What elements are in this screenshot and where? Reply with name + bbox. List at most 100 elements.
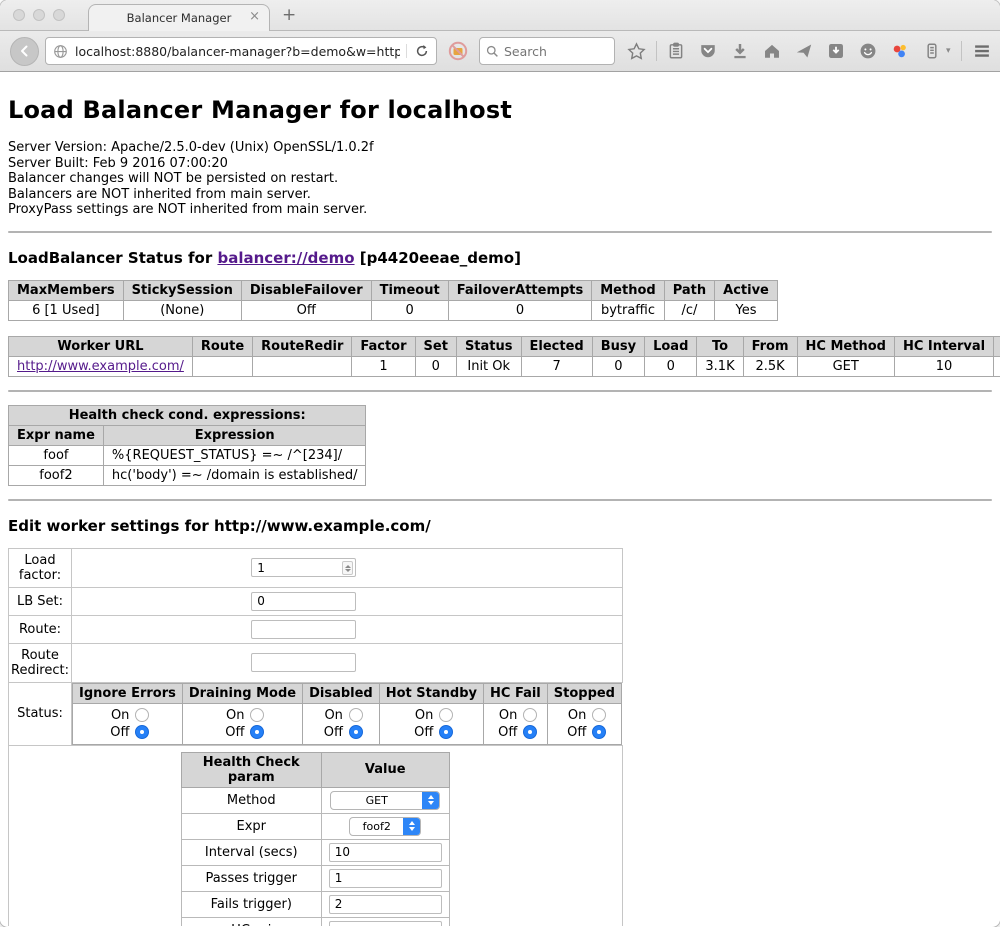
search-icon	[486, 45, 499, 58]
radio-hc-fail-on[interactable]	[523, 708, 537, 722]
expr-selected-value: foof2	[350, 818, 403, 835]
method-select[interactable]: GET	[330, 791, 440, 810]
server-info: Server Version: Apache/2.5.0-dev (Unix) …	[8, 140, 992, 218]
interval-input[interactable]	[329, 843, 442, 862]
window-close-icon[interactable]	[13, 9, 25, 21]
home-icon[interactable]	[763, 42, 781, 60]
radio-draining-mode-off[interactable]	[250, 725, 264, 739]
radio-stopped-off[interactable]	[592, 725, 606, 739]
table-title-row: Health check cond. expressions:	[9, 405, 366, 425]
col-from: From	[743, 336, 797, 356]
form-row-status: Status: Ignore Errors Draining Mode Disa…	[9, 682, 623, 745]
fails-label: Fails trigger)	[181, 891, 321, 917]
radio-disabled-on[interactable]	[349, 708, 363, 722]
cell-active: Yes	[715, 300, 778, 320]
radio-stopped-on[interactable]	[592, 708, 606, 722]
route-input[interactable]	[251, 620, 356, 639]
route-redirect-input[interactable]	[251, 653, 356, 672]
cell-to: 3.1K	[697, 356, 743, 376]
expr-row: foof2 hc('body') =~ /domain is establish…	[9, 465, 366, 485]
page-content: Load Balancer Manager for localhost Serv…	[0, 72, 1000, 926]
status-cell-ignore-errors: On Off	[73, 703, 183, 744]
expr-select[interactable]: foof2	[349, 817, 421, 836]
select-stepper-icon	[422, 792, 439, 809]
window-controls[interactable]	[13, 9, 65, 21]
radio-hot-standby-off[interactable]	[439, 725, 453, 739]
clipboard-battery-icon[interactable]	[923, 42, 941, 60]
radio-on-label: On	[105, 707, 129, 724]
col-ignore-errors: Ignore Errors	[73, 683, 183, 703]
tab-balancer-manager[interactable]: Balancer Manager ×	[88, 4, 270, 31]
menu-icon[interactable]	[972, 41, 992, 61]
radio-on-label: On	[319, 707, 343, 724]
load-factor-input[interactable]	[251, 558, 356, 577]
cell-hc-interval: 10	[894, 356, 993, 376]
toolbar-separator	[656, 41, 657, 61]
window-minimize-icon[interactable]	[33, 9, 45, 21]
send-icon[interactable]	[795, 42, 813, 60]
hc-uri-input[interactable]	[329, 921, 442, 927]
radio-hot-standby-on[interactable]	[439, 708, 453, 722]
balancer-demo-link[interactable]: balancer://demo	[217, 249, 354, 267]
extension-dots-icon[interactable]	[891, 42, 909, 60]
form-row-route: Route:	[9, 615, 623, 643]
heading-text: [p4420eeae_demo]	[355, 249, 521, 267]
edit-worker-heading: Edit worker settings for http://www.exam…	[8, 517, 992, 535]
back-button[interactable]	[10, 37, 39, 66]
cell-from: 2.5K	[743, 356, 797, 376]
status-label: Status:	[9, 682, 72, 745]
reload-icon	[415, 44, 429, 58]
table-header-row: MaxMembers StickySession DisableFailover…	[9, 280, 778, 300]
radio-disabled-off[interactable]	[349, 725, 363, 739]
col-load: Load	[645, 336, 697, 356]
search-field[interactable]	[479, 37, 615, 65]
radio-hc-fail-off[interactable]	[523, 725, 537, 739]
table-header-row: Worker URL Route RouteRedir Factor Set S…	[9, 336, 1000, 356]
dropdown-caret-icon[interactable]: ▾	[946, 46, 951, 56]
search-input[interactable]	[504, 44, 604, 59]
hc-header-row: Health Check param Value	[181, 752, 449, 787]
chat-smiley-icon[interactable]	[859, 42, 877, 60]
note-line: Balancer changes will NOT be persisted o…	[8, 171, 992, 187]
download-icon[interactable]	[731, 42, 749, 60]
radio-draining-mode-on[interactable]	[250, 708, 264, 722]
cell-status: Init Ok	[456, 356, 521, 376]
expr-label: Expr	[181, 813, 321, 839]
radio-ignore-errors-off[interactable]	[135, 725, 149, 739]
reload-button[interactable]	[406, 44, 429, 58]
lb-set-input[interactable]	[251, 592, 356, 611]
tab-close-icon[interactable]: ×	[249, 10, 260, 23]
col-hc-param: Health Check param	[181, 752, 321, 787]
col-path: Path	[664, 280, 714, 300]
worker-url-link[interactable]: http://www.example.com/	[17, 359, 184, 374]
col-elected: Elected	[521, 336, 592, 356]
url-text[interactable]: localhost:8880/balancer-manager?b=demo&w…	[75, 44, 400, 59]
col-stickysession: StickySession	[123, 280, 241, 300]
bookmark-star-icon[interactable]	[627, 42, 646, 61]
window-zoom-icon[interactable]	[53, 9, 65, 21]
radio-ignore-errors-on[interactable]	[135, 708, 149, 722]
col-disabled: Disabled	[303, 683, 380, 703]
reading-list-icon[interactable]	[667, 42, 685, 60]
cell-timeout: 0	[371, 300, 448, 320]
cell-stickysession: (None)	[123, 300, 241, 320]
interval-label: Interval (secs)	[181, 839, 321, 865]
col-expression: Expression	[103, 425, 366, 445]
number-spinner-icon[interactable]	[342, 561, 353, 575]
radio-off-label: Off	[409, 724, 433, 741]
cell-expr-name: foof2	[9, 465, 104, 485]
divider	[8, 390, 992, 392]
radio-on-label: On	[562, 707, 586, 724]
server-version-line: Server Version: Apache/2.5.0-dev (Unix) …	[8, 140, 992, 156]
save-box-icon[interactable]	[827, 42, 845, 60]
url-bar[interactable]: localhost:8880/balancer-manager?b=demo&w…	[45, 37, 437, 65]
new-tab-button[interactable]: +	[282, 5, 296, 25]
note-line: Balancers are NOT inherited from main se…	[8, 187, 992, 203]
worker-status-table: Worker URL Route RouteRedir Factor Set S…	[8, 336, 1000, 377]
hc-row-method: Method GET	[181, 787, 449, 813]
fails-input[interactable]	[329, 895, 442, 914]
block-button[interactable]	[447, 40, 469, 62]
pocket-icon[interactable]	[699, 42, 717, 60]
status-cell-draining-mode: On Off	[182, 703, 302, 744]
passes-input[interactable]	[329, 869, 442, 888]
